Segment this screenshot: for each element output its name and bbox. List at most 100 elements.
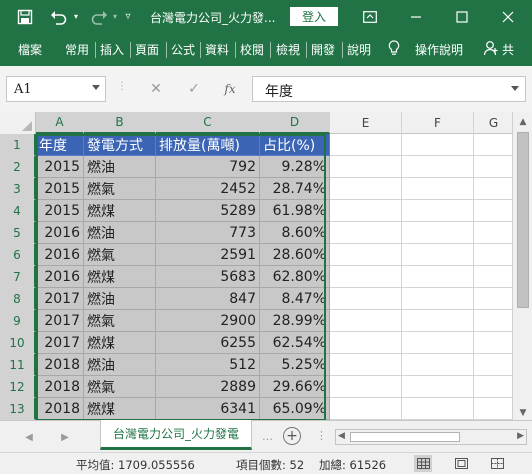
cell-a1[interactable]: 年度 bbox=[36, 134, 84, 156]
cell-a2[interactable]: 2015 bbox=[36, 156, 84, 178]
cell-d11[interactable]: 5.25% bbox=[260, 354, 330, 376]
tab-help[interactable]: 說明 bbox=[347, 41, 371, 58]
customize-qat-icon[interactable]: ▿ bbox=[120, 0, 136, 33]
row-header-7[interactable]: 7 bbox=[0, 266, 36, 288]
cell-b3[interactable]: 燃氣 bbox=[84, 178, 156, 200]
cell-f12[interactable] bbox=[402, 376, 474, 398]
cell-c10[interactable]: 6255 bbox=[156, 332, 260, 354]
insert-function-icon[interactable]: fx bbox=[219, 79, 241, 99]
cell-e2[interactable] bbox=[330, 156, 402, 178]
cell-e10[interactable] bbox=[330, 332, 402, 354]
column-header-c[interactable]: C bbox=[156, 112, 260, 134]
normal-view-icon[interactable] bbox=[414, 455, 432, 472]
cell-c7[interactable]: 5683 bbox=[156, 266, 260, 288]
cell-b13[interactable]: 燃煤 bbox=[84, 398, 156, 420]
cell-c2[interactable]: 792 bbox=[156, 156, 260, 178]
cell-d1[interactable]: 占比(%) bbox=[260, 134, 330, 156]
cell-b7[interactable]: 燃煤 bbox=[84, 266, 156, 288]
row-header-12[interactable]: 12 bbox=[0, 376, 36, 398]
scroll-left-icon[interactable]: ◀ bbox=[338, 431, 345, 441]
row-header-6[interactable]: 6 bbox=[0, 244, 36, 266]
scroll-right-icon[interactable]: ▶ bbox=[517, 431, 524, 441]
vertical-scrollbar[interactable]: ▲ ▼ bbox=[512, 112, 532, 422]
sheet-tab-active[interactable]: 台灣電力公司_火力發電 bbox=[100, 420, 252, 450]
cell-b1[interactable]: 發電方式 bbox=[84, 134, 156, 156]
share-button[interactable]: 共 bbox=[502, 41, 514, 58]
tab-split-handle-icon[interactable]: ⋮ bbox=[316, 429, 327, 442]
cell-a13[interactable]: 2018 bbox=[36, 398, 84, 420]
close-icon[interactable] bbox=[496, 0, 520, 33]
minimize-icon[interactable] bbox=[404, 0, 428, 33]
cell-e4[interactable] bbox=[330, 200, 402, 222]
enter-icon[interactable]: ✓ bbox=[183, 79, 205, 99]
cell-f2[interactable] bbox=[402, 156, 474, 178]
cell-c1[interactable]: 排放量(萬噸) bbox=[156, 134, 260, 156]
cell-a6[interactable]: 2016 bbox=[36, 244, 84, 266]
tab-developer[interactable]: 開發 bbox=[311, 41, 335, 58]
cell-d3[interactable]: 28.74% bbox=[260, 178, 330, 200]
cell-e7[interactable] bbox=[330, 266, 402, 288]
cell-b5[interactable]: 燃油 bbox=[84, 222, 156, 244]
cell-b11[interactable]: 燃油 bbox=[84, 354, 156, 376]
cell-a4[interactable]: 2015 bbox=[36, 200, 84, 222]
cell-g7[interactable] bbox=[474, 266, 512, 288]
cell-c9[interactable]: 2900 bbox=[156, 310, 260, 332]
page-layout-view-icon[interactable] bbox=[452, 455, 470, 472]
cell-c4[interactable]: 5289 bbox=[156, 200, 260, 222]
cell-d2[interactable]: 9.28% bbox=[260, 156, 330, 178]
row-header-2[interactable]: 2 bbox=[0, 156, 36, 178]
cell-b6[interactable]: 燃氣 bbox=[84, 244, 156, 266]
cell-e3[interactable] bbox=[330, 178, 402, 200]
cell-c13[interactable]: 6341 bbox=[156, 398, 260, 420]
cell-e1[interactable] bbox=[330, 134, 402, 156]
cell-g9[interactable] bbox=[474, 310, 512, 332]
cell-d8[interactable]: 8.47% bbox=[260, 288, 330, 310]
cell-a5[interactable]: 2016 bbox=[36, 222, 84, 244]
cell-f3[interactable] bbox=[402, 178, 474, 200]
row-header-1[interactable]: 1 bbox=[0, 134, 36, 156]
cell-f1[interactable] bbox=[402, 134, 474, 156]
page-break-preview-icon[interactable] bbox=[488, 455, 506, 472]
cell-g11[interactable] bbox=[474, 354, 512, 376]
cell-a7[interactable]: 2016 bbox=[36, 266, 84, 288]
tab-formulas[interactable]: 公式 bbox=[171, 41, 195, 58]
undo-dropdown-icon[interactable]: ▾ bbox=[70, 0, 82, 33]
column-header-f[interactable]: F bbox=[402, 112, 474, 134]
cell-g13[interactable] bbox=[474, 398, 512, 420]
cell-e13[interactable] bbox=[330, 398, 402, 420]
redo-icon[interactable] bbox=[88, 0, 110, 33]
cell-c11[interactable]: 512 bbox=[156, 354, 260, 376]
column-header-b[interactable]: B bbox=[84, 112, 156, 134]
tab-insert[interactable]: 插入 bbox=[100, 41, 124, 58]
expand-formula-icon[interactable] bbox=[511, 86, 519, 91]
row-header-8[interactable]: 8 bbox=[0, 288, 36, 310]
cell-g2[interactable] bbox=[474, 156, 512, 178]
cell-a12[interactable]: 2018 bbox=[36, 376, 84, 398]
cell-e12[interactable] bbox=[330, 376, 402, 398]
cancel-icon[interactable]: ✕ bbox=[145, 79, 167, 99]
tab-review[interactable]: 校閱 bbox=[240, 41, 264, 58]
prev-sheet-icon[interactable]: ◀ bbox=[22, 430, 36, 444]
share-icon[interactable] bbox=[483, 40, 499, 59]
cell-e9[interactable] bbox=[330, 310, 402, 332]
column-header-a[interactable]: A bbox=[36, 112, 84, 134]
tab-view[interactable]: 檢視 bbox=[276, 41, 300, 58]
column-header-e[interactable]: E bbox=[330, 112, 402, 134]
row-header-5[interactable]: 5 bbox=[0, 222, 36, 244]
sheet-tab-more-icon[interactable]: … bbox=[262, 430, 273, 443]
cell-a11[interactable]: 2018 bbox=[36, 354, 84, 376]
row-header-11[interactable]: 11 bbox=[0, 354, 36, 376]
maximize-icon[interactable] bbox=[450, 0, 474, 33]
cell-g8[interactable] bbox=[474, 288, 512, 310]
cell-b12[interactable]: 燃氣 bbox=[84, 376, 156, 398]
name-box[interactable]: A1 bbox=[6, 76, 106, 102]
cell-b2[interactable]: 燃油 bbox=[84, 156, 156, 178]
add-sheet-icon[interactable]: + bbox=[283, 427, 301, 445]
column-header-g[interactable]: G bbox=[474, 112, 512, 134]
cell-c6[interactable]: 2591 bbox=[156, 244, 260, 266]
column-header-d[interactable]: D bbox=[260, 112, 330, 134]
cell-c12[interactable]: 2889 bbox=[156, 376, 260, 398]
cell-f4[interactable] bbox=[402, 200, 474, 222]
cell-g1[interactable] bbox=[474, 134, 512, 156]
cell-d5[interactable]: 8.60% bbox=[260, 222, 330, 244]
